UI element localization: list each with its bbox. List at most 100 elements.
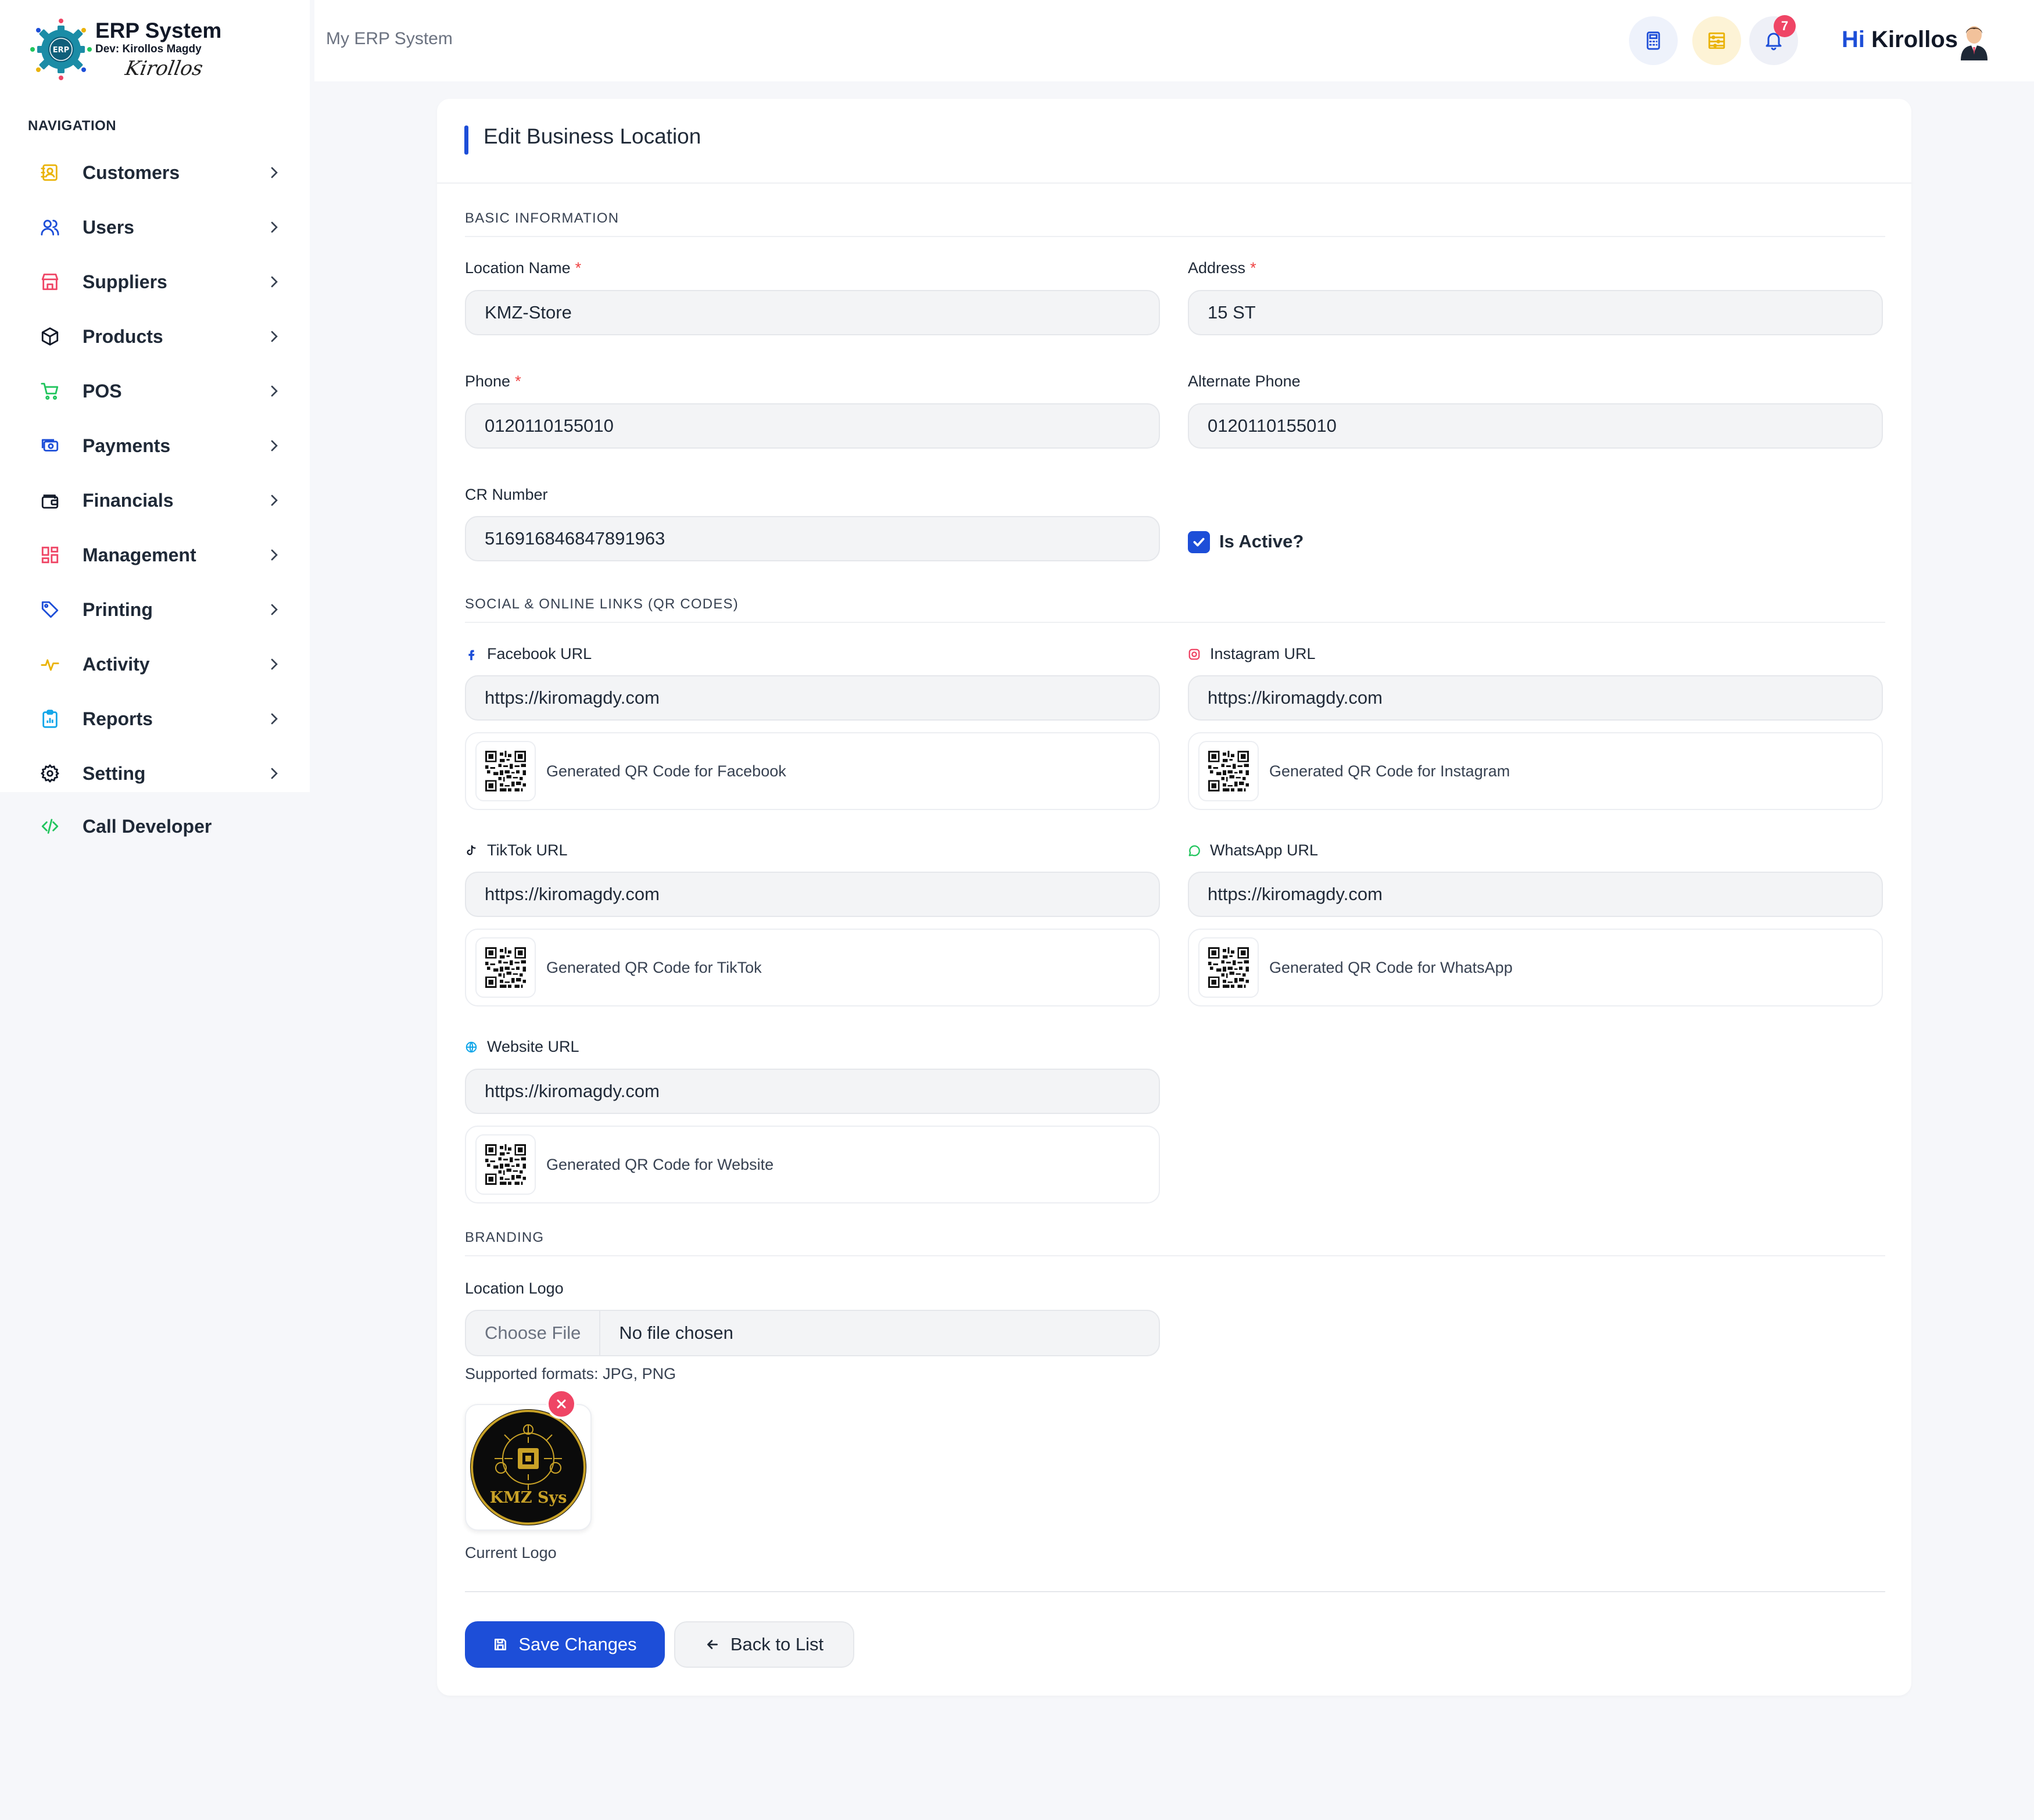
chevron-right-icon [271,768,278,779]
back-label: Back to List [730,1634,824,1654]
qr-caption: Generated QR Code for WhatsApp [1269,958,1513,976]
required-mark: * [575,259,582,277]
address-book-icon [38,161,62,184]
sidebar-item-products[interactable]: Products [28,309,284,364]
sidebar-nav: Customers Users Suppliers Products POS P… [28,145,284,801]
sidebar-item-printing[interactable]: Printing [28,582,284,637]
call-developer-label: Call Developer [83,815,212,837]
brand-title: ERP System [95,19,222,42]
user-avatar-icon[interactable] [1954,20,1994,60]
whatsapp-icon [1188,845,1200,856]
tiktok-url-input[interactable]: https://kiromagdy.com [465,872,1160,917]
instagram-icon [1188,649,1200,660]
tiktok-icon [467,845,476,855]
sidebar-item-label: Activity [83,653,150,675]
erp-gear-logo: ERP [30,19,92,80]
sidebar-item-activity[interactable]: Activity [28,637,284,692]
close-icon [557,1399,566,1409]
sidebar-item-reports[interactable]: Reports [28,692,284,746]
tag-icon [38,598,62,621]
page-title: Edit Business Location [484,124,701,148]
location-name-label: Location Name * [465,259,581,277]
facebook-qr-preview: Generated QR Code for Facebook [465,732,1160,810]
qr-caption: Generated QR Code for Instagram [1269,762,1510,780]
actions-divider [465,1591,1885,1592]
alternate-phone-input[interactable]: 0120110155010 [1188,403,1883,449]
chevron-right-icon [271,385,278,397]
address-input[interactable]: 15 ST [1188,290,1883,335]
qr-code-icon [475,1134,536,1195]
sidebar-item-customers[interactable]: Customers [28,145,284,200]
logo-file-input[interactable]: Choose File No file chosen [465,1310,1160,1356]
qr-code-icon [475,937,536,998]
tiktok-url-label: TikTok URL [465,841,568,859]
label-text: Location Logo [465,1280,564,1297]
website-url-label: Website URL [465,1038,579,1056]
card-header: Edit Business Location [437,99,1911,184]
label-text: Phone [465,372,511,390]
qr-caption: Generated QR Code for Website [546,1155,774,1173]
address-label: Address * [1188,259,1256,277]
activity-icon [38,653,62,676]
sidebar-item-setting[interactable]: Setting [28,746,284,801]
sidebar-item-suppliers[interactable]: Suppliers [28,255,284,309]
section-basic-information: BASIC INFORMATION [465,210,1885,237]
sidebar-item-label: Financials [83,489,174,511]
chevron-right-icon [271,440,278,452]
greeting-hi: Hi [1842,27,1865,52]
label-text: Address [1188,259,1246,277]
facebook-url-label: Facebook URL [465,645,592,663]
brand-signature: Kirollos [123,57,205,80]
sidebar-item-call-developer[interactable]: Call Developer [28,799,284,854]
calculator-button[interactable] [1629,16,1678,65]
is-active-label[interactable]: Is Active? [1219,531,1304,552]
sidebar-item-management[interactable]: Management [28,528,284,582]
cr-number-label: CR Number [465,486,548,504]
alternate-phone-label: Alternate Phone [1188,372,1301,390]
website-url-input[interactable]: https://kiromagdy.com [465,1069,1160,1114]
greeting-name: Kirollos [1871,27,1958,52]
label-text: Instagram URL [1210,645,1316,662]
navigation-heading: NAVIGATION [28,118,117,134]
sidebar-item-label: Suppliers [83,271,167,292]
phone-input[interactable]: 0120110155010 [465,403,1160,449]
required-mark: * [515,372,521,390]
save-changes-button[interactable]: Save Changes [465,1621,665,1668]
instagram-url-input[interactable]: https://kiromagdy.com [1188,675,1883,721]
clipboard-chart-icon [38,707,62,730]
remove-logo-button[interactable] [546,1389,576,1419]
facebook-url-input[interactable]: https://kiromagdy.com [465,675,1160,721]
choose-file-button[interactable]: Choose File [466,1311,601,1355]
sidebar: ERP ERP System Dev: Kirollos Magdy Kirol… [0,0,310,792]
sidebar-item-label: Customers [83,162,180,183]
qr-code-icon [1198,741,1259,801]
chevron-right-icon [271,604,278,615]
tiktok-qr-preview: Generated QR Code for TikTok [465,929,1160,1006]
label-text: Location Name [465,259,571,277]
location-name-input[interactable]: KMZ-Store [465,290,1160,335]
sidebar-item-label: POS [83,380,122,402]
cr-number-input[interactable]: 516916846847891963 [465,516,1160,561]
label-text: Facebook URL [487,645,592,662]
whatsapp-url-input[interactable]: https://kiromagdy.com [1188,872,1883,917]
user-greeting[interactable]: Hi Kirollos [1842,27,1958,53]
sidebar-item-payments[interactable]: Payments [28,418,284,473]
sidebar-item-users[interactable]: Users [28,200,284,255]
store-icon [38,270,62,293]
chevron-right-icon [271,331,278,342]
notifications-button[interactable]: 7 [1749,15,1798,65]
is-active-checkbox[interactable] [1188,531,1210,553]
file-name-text: No file chosen [619,1323,733,1343]
phone-label: Phone * [465,372,521,390]
code-icon [38,815,62,838]
sidebar-item-pos[interactable]: POS [28,364,284,418]
qr-code-icon [475,741,536,801]
instagram-qr-preview: Generated QR Code for Instagram [1188,732,1883,810]
abacus-button[interactable] [1692,16,1741,65]
logo-caption: KMZ Sys [490,1489,567,1507]
users-icon [38,216,62,239]
qr-caption: Generated QR Code for Facebook [546,762,786,780]
sidebar-item-financials[interactable]: Financials [28,473,284,528]
back-to-list-button[interactable]: Back to List [674,1621,854,1668]
brand-developer: Dev: Kirollos Magdy [95,43,202,55]
